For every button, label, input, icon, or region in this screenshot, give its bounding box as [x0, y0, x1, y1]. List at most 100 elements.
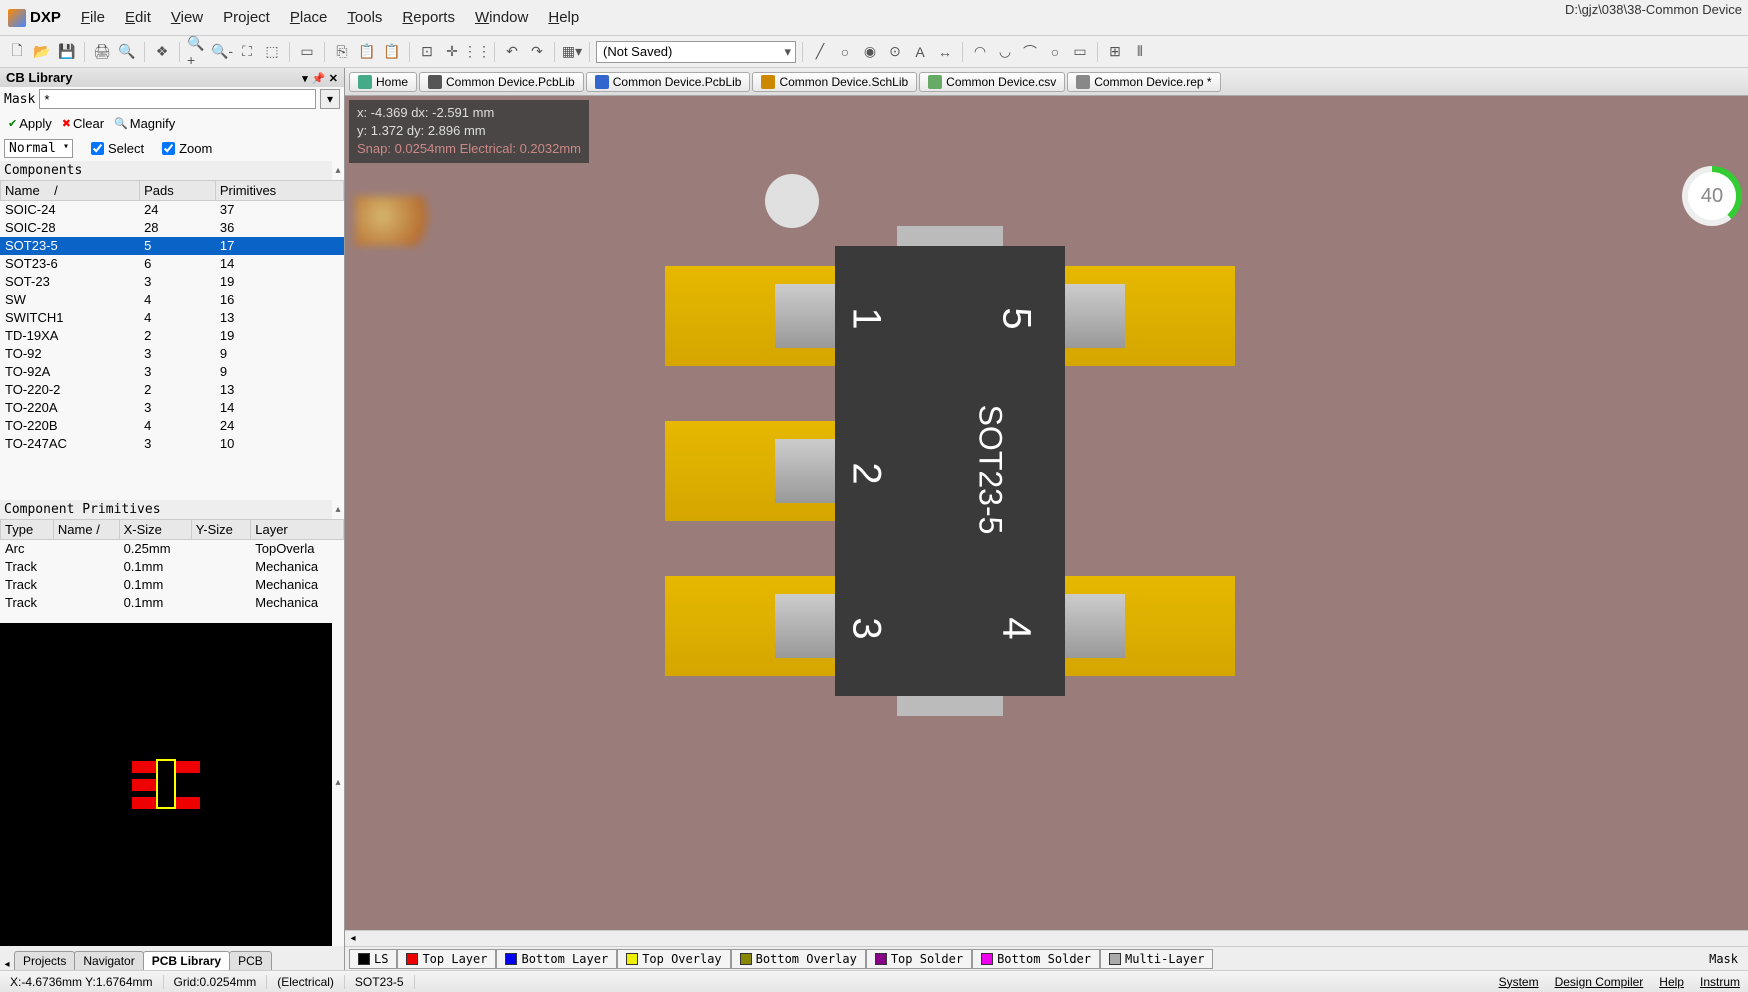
- final-icon[interactable]: ⫴: [1129, 41, 1151, 63]
- table-row[interactable]: TO-220A314: [1, 399, 344, 417]
- arc1-icon[interactable]: ◠: [969, 41, 991, 63]
- misc-icon[interactable]: ⋮⋮: [466, 41, 488, 63]
- column-header[interactable]: Layer: [251, 520, 344, 540]
- table-row[interactable]: SOT23-5517: [1, 237, 344, 255]
- paste2-icon[interactable]: 📋: [381, 41, 403, 63]
- table-row[interactable]: Track0.1mmMechanica: [1, 576, 344, 594]
- left-tab[interactable]: Navigator: [74, 951, 143, 970]
- left-tab[interactable]: Projects: [14, 951, 75, 970]
- menu-place[interactable]: Place: [290, 9, 328, 26]
- column-header[interactable]: Primitives: [215, 181, 343, 201]
- document-tab[interactable]: Common Device.PcbLib: [586, 72, 751, 92]
- table-row[interactable]: TO-220-2213: [1, 381, 344, 399]
- left-tab[interactable]: PCB Library: [143, 951, 230, 970]
- document-tab[interactable]: Common Device.rep *: [1067, 72, 1220, 92]
- arc3-icon[interactable]: ⌒: [1019, 41, 1041, 63]
- collapse-arrow-up[interactable]: ▴: [332, 161, 344, 180]
- redo-icon[interactable]: ↷: [526, 41, 548, 63]
- table-row[interactable]: Track0.1mmMechanica: [1, 558, 344, 576]
- grid-icon[interactable]: ▦▾: [561, 41, 583, 63]
- collapse-arrow-up-3[interactable]: ▴: [332, 619, 344, 946]
- table-row[interactable]: TO-220B424: [1, 417, 344, 435]
- mask-tab[interactable]: Mask: [1709, 952, 1744, 966]
- align-icon[interactable]: ⊡: [416, 41, 438, 63]
- dim-icon[interactable]: ↔: [934, 41, 956, 63]
- menu-view[interactable]: View: [171, 9, 203, 26]
- arc2-icon[interactable]: ◡: [994, 41, 1016, 63]
- column-header[interactable]: Y-Size: [191, 520, 250, 540]
- column-header[interactable]: X-Size: [119, 520, 191, 540]
- menu-file[interactable]: File: [81, 9, 105, 26]
- table-row[interactable]: SW416: [1, 291, 344, 309]
- layer-tab[interactable]: LS: [349, 949, 397, 969]
- select-icon[interactable]: ▭: [296, 41, 318, 63]
- menu-tools[interactable]: Tools: [347, 9, 382, 26]
- magnify-button[interactable]: 🔍Magnify: [110, 114, 179, 133]
- mask-dropdown[interactable]: ▾: [320, 89, 340, 109]
- circle-icon[interactable]: ○: [834, 41, 856, 63]
- layer-tab[interactable]: Bottom Layer: [496, 949, 617, 969]
- gauge-indicator[interactable]: 40: [1682, 166, 1742, 226]
- layer-tab[interactable]: Bottom Solder: [972, 949, 1100, 969]
- print-icon[interactable]: 🖨: [91, 41, 113, 63]
- text-icon[interactable]: A: [909, 41, 931, 63]
- column-header[interactable]: Name /: [1, 181, 140, 201]
- table-row[interactable]: SWITCH1413: [1, 309, 344, 327]
- table-row[interactable]: TD-19XA219: [1, 327, 344, 345]
- clear-button[interactable]: ✖Clear: [58, 114, 108, 133]
- menu-project[interactable]: Project: [223, 9, 270, 26]
- apply-button[interactable]: ✔Apply: [4, 114, 56, 133]
- table-row[interactable]: SOIC-242437: [1, 201, 344, 219]
- normal-combo[interactable]: Normal: [4, 139, 73, 158]
- document-tab[interactable]: Common Device.PcbLib: [419, 72, 584, 92]
- save-icon[interactable]: 💾: [56, 41, 78, 63]
- document-tab[interactable]: Common Device.csv: [919, 72, 1065, 92]
- select-checkbox[interactable]: Select: [91, 141, 144, 156]
- zoom-area-icon[interactable]: ⬚: [261, 41, 283, 63]
- table-row[interactable]: TO-9239: [1, 345, 344, 363]
- layer-tab[interactable]: Bottom Overlay: [731, 949, 866, 969]
- status-link[interactable]: Design Compiler: [1547, 975, 1652, 989]
- table-row[interactable]: Arc0.25mmTopOverla: [1, 540, 344, 558]
- cross-icon[interactable]: ✛: [441, 41, 463, 63]
- column-header[interactable]: Pads: [140, 181, 216, 201]
- table-row[interactable]: SOT23-6614: [1, 255, 344, 273]
- pad-icon[interactable]: ◉: [859, 41, 881, 63]
- open-icon[interactable]: 📂: [31, 41, 53, 63]
- status-link[interactable]: System: [1491, 975, 1547, 989]
- table-row[interactable]: SOT-23319: [1, 273, 344, 291]
- left-tab[interactable]: PCB: [229, 951, 272, 970]
- document-tab[interactable]: Common Device.SchLib: [752, 72, 917, 92]
- copy-icon[interactable]: ⎘: [331, 41, 353, 63]
- horizontal-scrollbar[interactable]: ◂: [345, 930, 1748, 946]
- preview-icon[interactable]: 🔍: [116, 41, 138, 63]
- close-icon[interactable]: ✕: [329, 73, 338, 85]
- layer-tab[interactable]: Top Solder: [866, 949, 972, 969]
- status-link[interactable]: Instrum: [1692, 975, 1748, 989]
- paste-icon[interactable]: 📋: [356, 41, 378, 63]
- layers-icon[interactable]: ❖: [151, 41, 173, 63]
- line-icon[interactable]: ╱: [809, 41, 831, 63]
- status-link[interactable]: Help: [1651, 975, 1692, 989]
- dxp-logo[interactable]: DXP: [8, 9, 61, 27]
- zoom-fit-icon[interactable]: ⛶: [236, 41, 258, 63]
- undo-icon[interactable]: ↶: [501, 41, 523, 63]
- menu-help[interactable]: Help: [548, 9, 579, 26]
- rect-icon[interactable]: ▭: [1069, 41, 1091, 63]
- layer-tab[interactable]: Multi-Layer: [1100, 949, 1213, 969]
- zoom-out-icon[interactable]: 🔍-: [211, 41, 233, 63]
- table-row[interactable]: TO-247AC310: [1, 435, 344, 453]
- layer-tab[interactable]: Top Layer: [397, 949, 496, 969]
- arc4-icon[interactable]: ○: [1044, 41, 1066, 63]
- table-row[interactable]: SOIC-282836: [1, 219, 344, 237]
- zoom-checkbox[interactable]: Zoom: [162, 141, 212, 156]
- array-icon[interactable]: ⊞: [1104, 41, 1126, 63]
- column-header[interactable]: Name /: [53, 520, 119, 540]
- menu-window[interactable]: Window: [475, 9, 528, 26]
- dropdown-icon[interactable]: ▾: [302, 73, 308, 85]
- column-header[interactable]: Type: [1, 520, 54, 540]
- table-row[interactable]: Track0.1mmMechanica: [1, 594, 344, 612]
- menu-reports[interactable]: Reports: [402, 9, 455, 26]
- new-icon[interactable]: 🗋: [6, 41, 28, 63]
- saved-combo[interactable]: (Not Saved): [596, 41, 796, 63]
